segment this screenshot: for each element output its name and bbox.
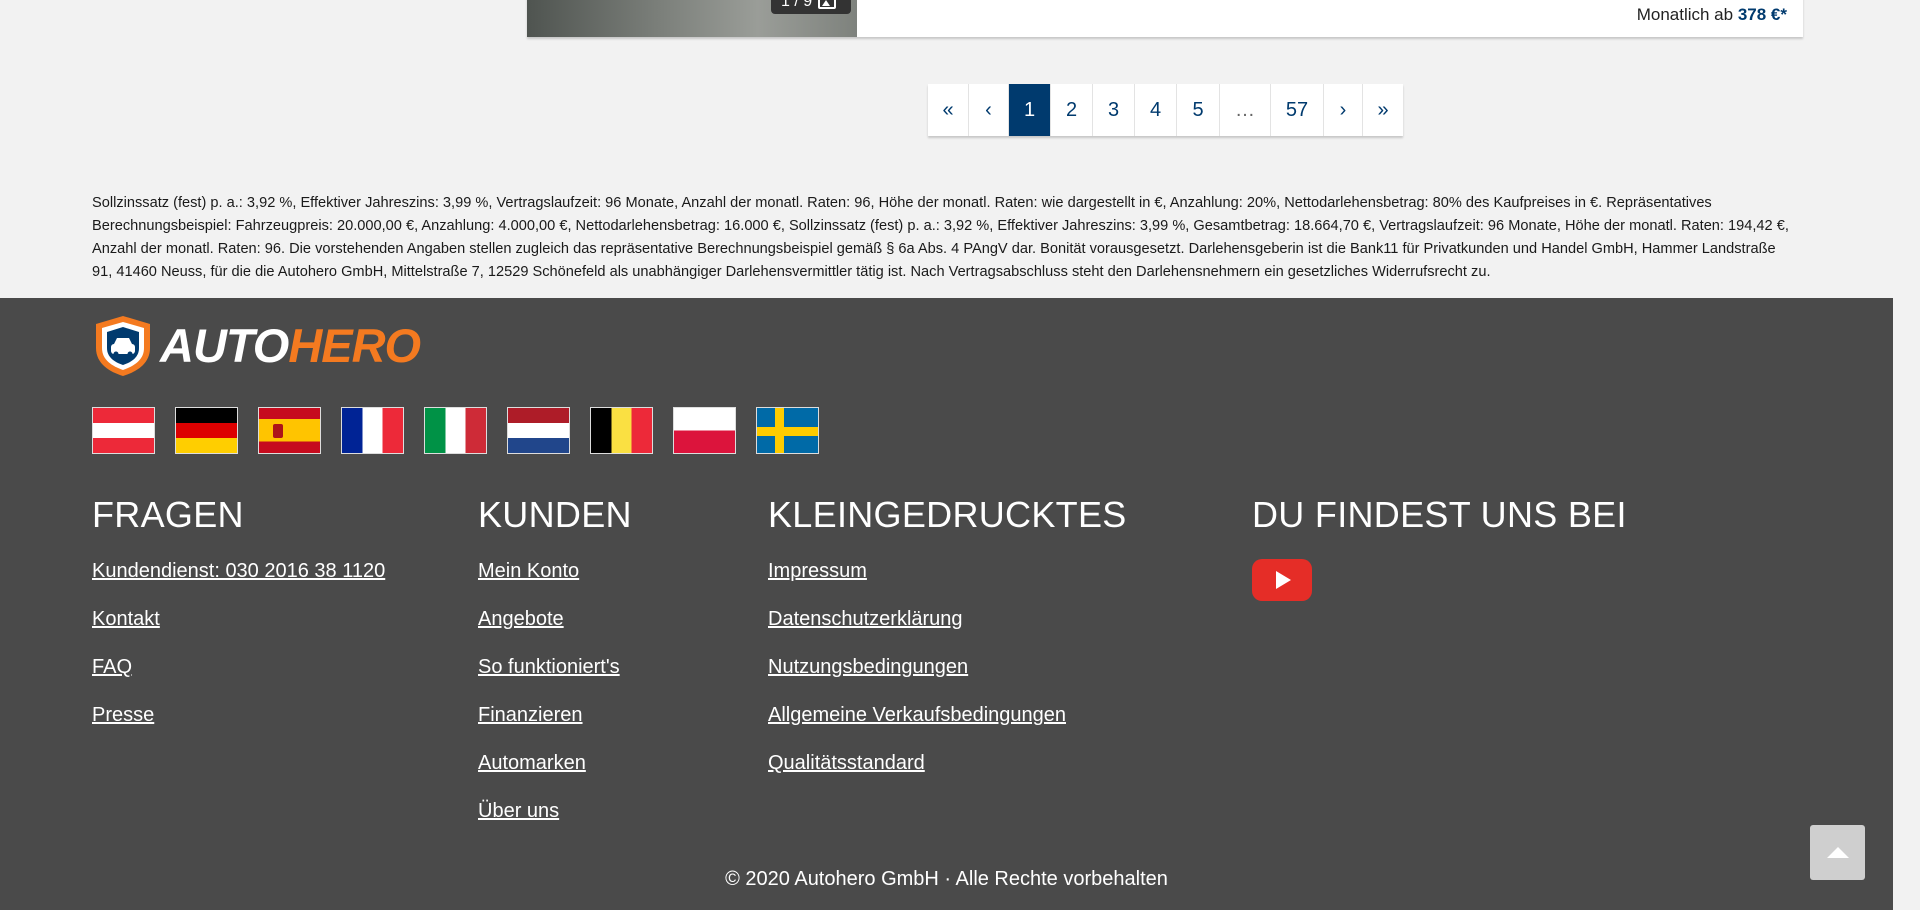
page-button-1[interactable]: 1 [1009, 84, 1051, 136]
monthly-price: 378 €* [1737, 5, 1787, 24]
gallery-icon [818, 0, 837, 9]
terms-of-use-link[interactable]: Nutzungsbedingungen [768, 655, 1127, 679]
poland-flag[interactable] [673, 407, 736, 454]
spain-flag[interactable] [258, 407, 321, 454]
column-title: DU FINDEST UNS BEI [1252, 494, 1627, 535]
autohero-logo[interactable]: AUTOHERO [92, 314, 421, 377]
logo-wordmark: AUTOHERO [160, 318, 421, 372]
germany-flag[interactable] [175, 407, 238, 454]
image-counter: 1 / 9 [771, 0, 851, 14]
car-brands-link[interactable]: Automarken [478, 751, 632, 775]
austria-flag[interactable] [92, 407, 155, 454]
page-button-57[interactable]: 57 [1271, 84, 1324, 136]
listing-card[interactable]: 1 / 9 Monatlich ab 378 €* [527, 0, 1803, 37]
customer-service-link[interactable]: Kundendienst: 030 2016 38 1120 [92, 559, 385, 583]
france-flag[interactable] [341, 407, 404, 454]
privacy-policy-link[interactable]: Datenschutzerklärung [768, 607, 1127, 631]
play-icon [1276, 571, 1291, 589]
financing-disclaimer: Sollzinssatz (fest) p. a.: 3,92 %, Effek… [92, 195, 1789, 280]
press-link[interactable]: Presse [92, 703, 385, 727]
offers-link[interactable]: Angebote [478, 607, 632, 631]
about-us-link[interactable]: Über uns [478, 799, 632, 823]
contact-link[interactable]: Kontakt [92, 607, 385, 631]
belgium-flag[interactable] [590, 407, 653, 454]
copyright: © 2020 Autohero GmbH · Alle Rechte vorbe… [725, 868, 1168, 890]
financing-link[interactable]: Finanzieren [478, 703, 632, 727]
next-page-button[interactable]: › [1324, 84, 1363, 136]
imprint-link[interactable]: Impressum [768, 559, 1127, 583]
page-edge [1893, 298, 1920, 910]
footer-column-fragen: FRAGEN Kundendienst: 030 2016 38 1120 Ko… [92, 495, 385, 751]
footer-column-social: DU FINDEST UNS BEI [1252, 495, 1627, 601]
car-shield-icon [96, 316, 150, 376]
youtube-icon[interactable] [1252, 559, 1312, 601]
faq-link[interactable]: FAQ [92, 655, 385, 679]
how-it-works-link[interactable]: So funktioniert's [478, 655, 632, 679]
monthly-label: Monatlich ab [1636, 5, 1734, 24]
sweden-flag[interactable] [756, 407, 819, 454]
netherlands-flag[interactable] [507, 407, 570, 454]
column-title: KUNDEN [478, 494, 632, 535]
logo-auto: AUTO [160, 318, 289, 372]
my-account-link[interactable]: Mein Konto [478, 559, 632, 583]
chevron-up-icon [1826, 847, 1849, 858]
page-ellipsis: … [1220, 84, 1271, 136]
column-title: KLEINGEDRUCKTES [768, 494, 1127, 535]
car-image[interactable]: 1 / 9 [527, 0, 857, 37]
pagination: « ‹ 1 2 3 4 5 … 57 › » [928, 84, 1403, 136]
logo-hero: HERO [288, 318, 421, 372]
terms-of-sale-link[interactable]: Allgemeine Verkaufsbedingungen [768, 703, 1127, 727]
country-flags [92, 407, 819, 454]
page-button-4[interactable]: 4 [1135, 84, 1177, 136]
column-title: FRAGEN [92, 494, 244, 535]
image-counter-text: 1 / 9 [781, 0, 813, 10]
footer-column-kleingedrucktes: KLEINGEDRUCKTES Impressum Datenschutzerk… [768, 495, 1127, 799]
sweden-cross-h [757, 427, 818, 436]
footer: AUTOHERO FRAGEN Kundendienst: 030 2016 3… [0, 298, 1893, 910]
page-button-2[interactable]: 2 [1051, 84, 1093, 136]
quality-standard-link[interactable]: Qualitätsstandard [768, 751, 1127, 775]
spain-coat-of-arms [273, 424, 283, 438]
monthly-rate: Monatlich ab 378 €* [1637, 5, 1787, 25]
scroll-to-top-button[interactable] [1810, 825, 1865, 880]
first-page-button[interactable]: « [928, 84, 969, 136]
sweden-cross-v [775, 408, 784, 453]
prev-page-button[interactable]: ‹ [969, 84, 1009, 136]
italy-flag[interactable] [424, 407, 487, 454]
page-button-3[interactable]: 3 [1093, 84, 1135, 136]
footer-column-kunden: KUNDEN Mein Konto Angebote So funktionie… [478, 495, 632, 847]
last-page-button[interactable]: » [1363, 84, 1403, 136]
page-button-5[interactable]: 5 [1177, 84, 1220, 136]
